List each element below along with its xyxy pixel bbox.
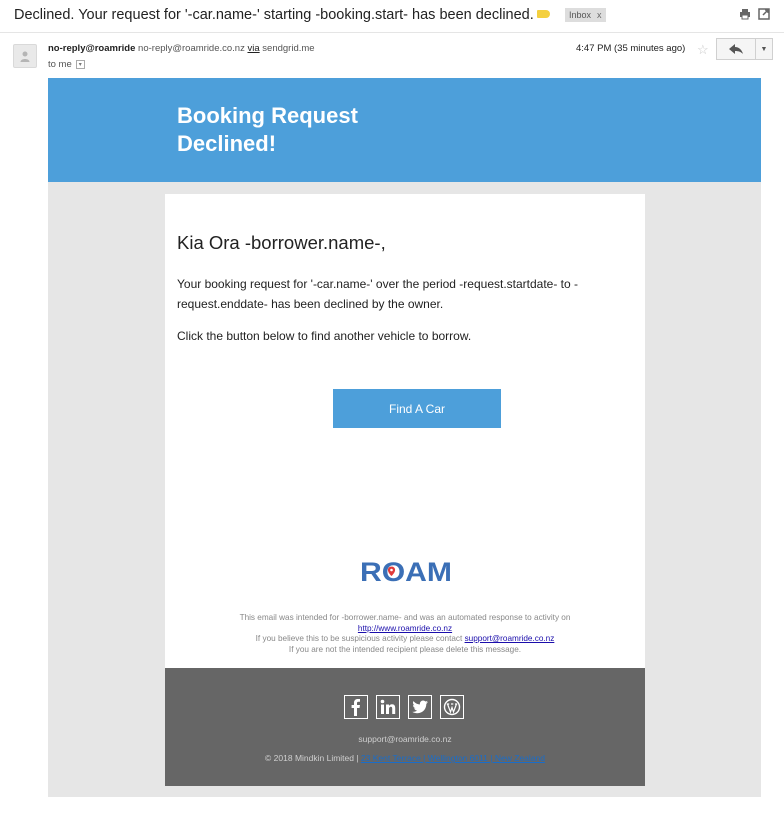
greeting: Kia Ora -borrower.name-, [177, 232, 386, 253]
via-domain: sendgrid.me [262, 43, 315, 54]
sender-avatar [13, 44, 37, 68]
instruction-message: Click the button below to find another v… [177, 329, 472, 343]
hero-banner: Booking Request Declined! [48, 78, 761, 182]
inbox-label-chip: Inbox x [565, 8, 606, 22]
roam-logo-text: ROAM [360, 557, 452, 586]
linkedin-icon[interactable] [376, 695, 400, 719]
email-body: Booking Request Declined! Kia Ora -borro… [48, 78, 761, 797]
disclaimer-line-3: If you believe this to be suspicious act… [255, 634, 463, 643]
sender-line: no-reply@roamride no-reply@roamride.co.n… [48, 43, 315, 54]
inbox-label-text: Inbox [569, 10, 592, 20]
important-label-icon[interactable] [537, 10, 550, 18]
footer-support-email: support@roamride.co.nz [358, 734, 452, 744]
hero-title: Booking Request Declined! [177, 103, 358, 156]
subject-bar: Declined. Your request for '-car.name-' … [0, 0, 784, 32]
email-footer: support@roamride.co.nz © 2018 Mindkin Li… [165, 668, 645, 786]
header-divider [0, 32, 784, 33]
sender-email: no-reply@roamride.co.nz [138, 43, 245, 54]
person-icon [20, 51, 30, 62]
star-icon[interactable]: ☆ [697, 42, 709, 58]
disclaimer: This email was intended for -borrower.na… [165, 613, 645, 655]
wordpress-icon[interactable] [440, 695, 464, 719]
print-icon[interactable] [739, 8, 751, 20]
content-card: Kia Ora -borrower.name-, Your booking re… [165, 194, 645, 668]
open-new-window-icon[interactable] [758, 8, 770, 20]
sender-name[interactable]: no-reply@roamride [48, 43, 135, 54]
recipient-line: to me ▾ [48, 59, 85, 70]
find-a-car-button[interactable]: Find A Car [333, 389, 501, 428]
facebook-icon[interactable] [344, 695, 368, 719]
reply-button[interactable] [716, 38, 756, 60]
via-link[interactable]: via [247, 43, 259, 54]
show-details-dropdown[interactable]: ▾ [75, 60, 85, 69]
declined-message: Your booking request for '-car.name-' ov… [177, 277, 579, 311]
recipient-text: to me [48, 59, 72, 70]
twitter-icon[interactable] [408, 695, 432, 719]
copyright-text: © 2018 Mindkin Limited | [265, 753, 359, 763]
website-link[interactable]: http://www.roamride.co.nz [358, 624, 452, 633]
more-actions-button[interactable]: ▼ [755, 38, 773, 60]
social-links [344, 695, 464, 719]
footer-copyright-line: © 2018 Mindkin Limited | 23 Kent Terrace… [165, 753, 645, 763]
message-time: 4:47 PM (35 minutes ago) [576, 43, 686, 54]
disclaimer-line-4: If you are not the intended recipient pl… [288, 644, 522, 654]
support-email-link[interactable]: support@roamride.co.nz [465, 634, 555, 643]
address-link[interactable]: 23 Kent Terrace | Wellington 6011 | New … [361, 753, 545, 763]
roam-logo: ROAM [360, 557, 452, 586]
disclaimer-line-1: This email was intended for -borrower.na… [239, 613, 571, 622]
email-subject: Declined. Your request for '-car.name-' … [14, 7, 534, 23]
remove-label-button[interactable]: x [597, 10, 602, 20]
reply-icon [729, 44, 743, 54]
